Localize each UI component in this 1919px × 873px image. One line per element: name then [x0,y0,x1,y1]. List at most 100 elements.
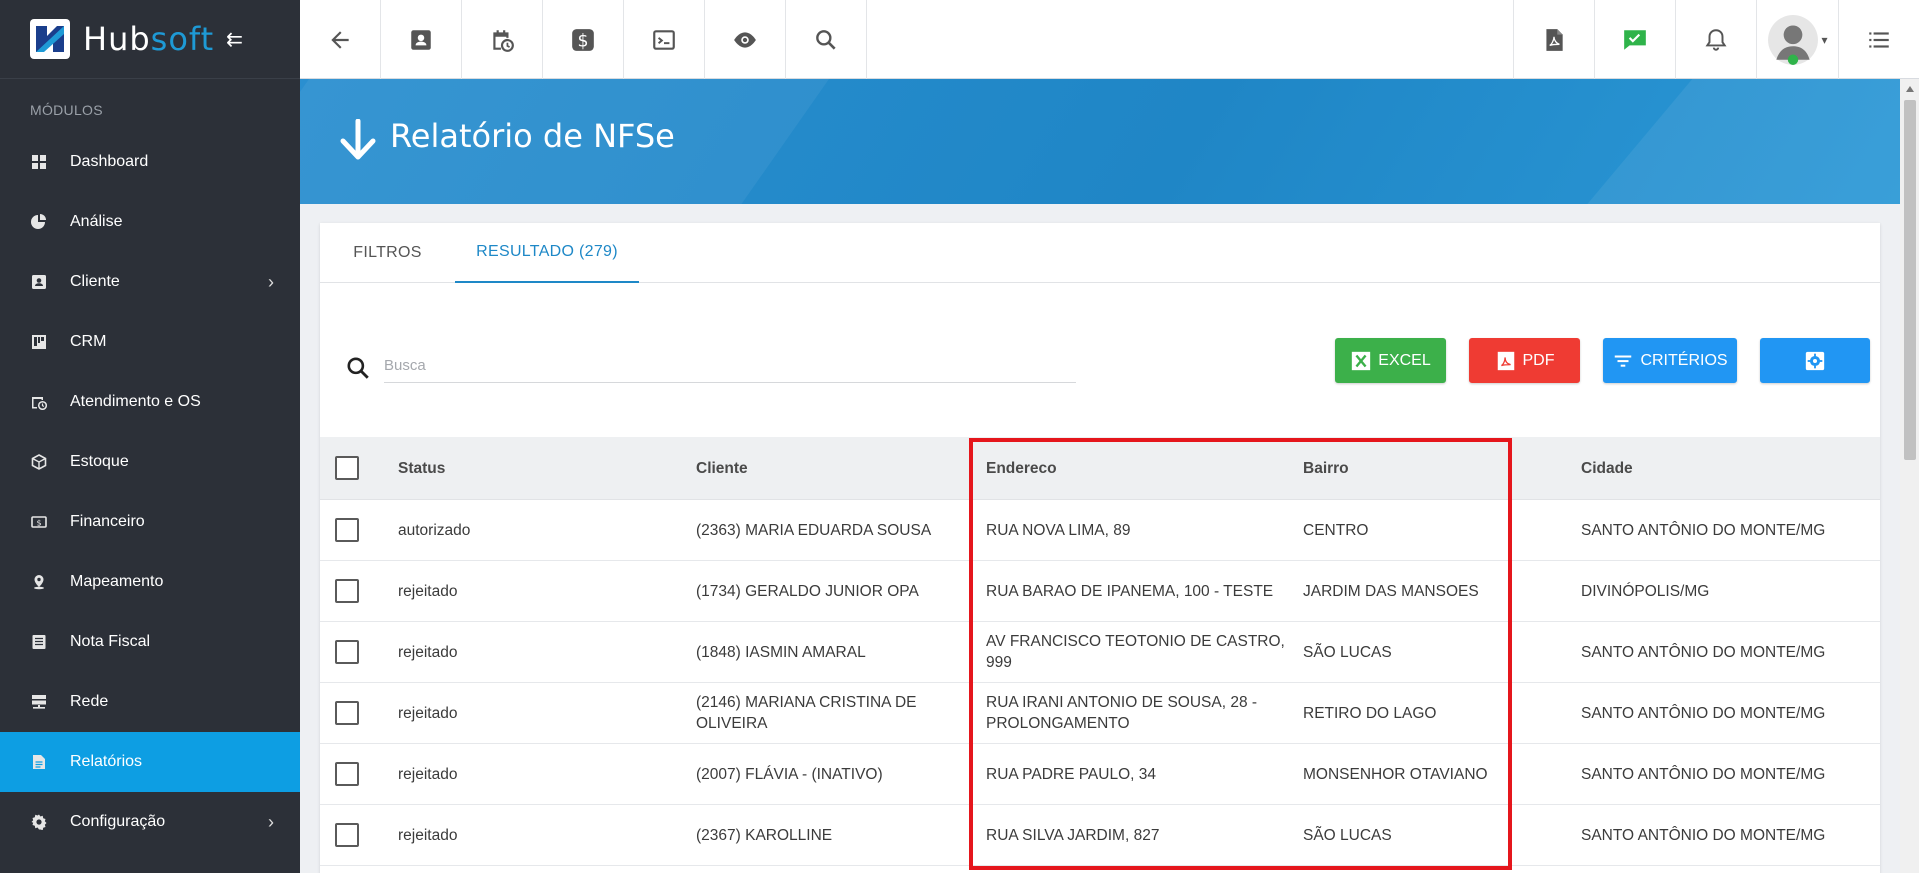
criterios-label: CRITÉRIOS [1640,351,1728,369]
table-row[interactable]: rejeitado (2367) KAROLLINE RUA SILVA JARDI… [320,805,1880,866]
sidebar-item-configuracao[interactable]: Configuração › [0,792,300,852]
tab-filtros[interactable]: FILTROS [320,223,455,283]
cell-status: rejeitado [398,582,458,600]
table-settings-button[interactable] [1760,338,1870,383]
sidebar-item-crm[interactable]: CRM [0,312,300,372]
svg-text:$: $ [577,31,588,51]
excel-icon [1352,351,1371,370]
cell-cidade: SANTO ANTÔNIO DO MONTE/MG [1581,643,1826,661]
sidebar-item-label: Mapeamento [70,573,164,590]
sidebar-item-label: Dashboard [70,153,149,170]
table-row[interactable]: rejeitado (2146) MARIANA CRISTINA DE OLIV… [320,683,1880,744]
kanban-icon [30,333,48,351]
sidebar-item-analise[interactable]: Análise [0,192,300,252]
search-shortcut-button[interactable] [786,0,867,79]
cell-endereco: RUA NOVA LIMA, 89 [986,521,1131,539]
sidebar-item-financeiro[interactable]: $ Financeiro [0,492,300,552]
user-menu-button[interactable]: ▾ [1756,0,1838,79]
row-checkbox[interactable] [335,823,359,847]
brand[interactable]: Hubsoft ⇇ [0,0,300,79]
schedule-shortcut-button[interactable] [462,0,543,79]
sidebar-item-label: Análise [70,213,123,230]
row-checkbox[interactable] [335,762,359,786]
dashboard-icon [30,153,48,171]
column-header-bairro[interactable]: Bairro [1303,437,1523,499]
back-button[interactable] [300,0,381,79]
sidebar-item-nota-fiscal[interactable]: Nota Fiscal [0,612,300,672]
finance-shortcut-button[interactable]: $ [543,0,624,79]
cell-endereco: RUA PADRE PAULO, 34 [986,765,1156,783]
collapse-menu-icon[interactable]: ⇇ [226,27,243,52]
column-header-endereco[interactable]: Endereco [986,437,1286,499]
sidebar-item-atendimento-e-os[interactable]: Atendimento e OS [0,372,300,432]
cell-cliente: (2367) KAROLLINE [696,826,833,844]
table-row[interactable]: autorizado (2363) MARIA EDUARDA SOUSA RUA … [320,500,1880,561]
results-table: Status Cliente Endereco Bairro Cidade au… [320,437,1880,866]
tab-bar: FILTROS RESULTADO (279) [320,223,1880,283]
search-icon [816,29,836,50]
report-card: FILTROS RESULTADO (279) EXCEL PDF CRITÉR… [320,223,1880,873]
sidebar-item-mapeamento[interactable]: Mapeamento [0,552,300,612]
sidebar-item-dashboard[interactable]: Dashboard [0,132,300,192]
column-header-status[interactable]: Status [398,437,638,499]
table-row[interactable]: rejeitado (1734) GERALDO JUNIOR OPA RUA BA… [320,561,1880,622]
chevron-right-icon: › [268,271,274,292]
criteria-button[interactable]: CRITÉRIOS [1603,338,1737,383]
list-menu-button[interactable] [1838,0,1919,79]
contact-card-icon [411,29,431,50]
user-avatar [1768,14,1819,65]
pdf-file-icon [1546,28,1563,51]
pdf-label: PDF [1522,351,1555,369]
notifications-button[interactable] [1675,0,1756,79]
column-header-cliente[interactable]: Cliente [696,437,936,499]
gear-icon [1805,351,1825,370]
export-excel-button[interactable]: EXCEL [1335,338,1446,383]
gear-icon [30,813,48,831]
scrollbar-thumb[interactable] [1904,100,1916,460]
sidebar-item-label: Relatórios [70,753,143,770]
terminal-shortcut-button[interactable] [624,0,705,79]
scroll-up-arrow-icon[interactable] [1906,86,1914,92]
row-checkbox[interactable] [335,518,359,542]
column-header-cidade[interactable]: Cidade [1581,437,1871,499]
export-pdf-button[interactable]: PDF [1469,338,1580,383]
sidebar-item-cliente[interactable]: Cliente › [0,252,300,312]
table-row[interactable]: rejeitado (1848) IASMIN AMARAL AV FRANCISC… [320,622,1880,683]
cell-status: rejeitado [398,643,458,661]
cell-cidade: SANTO ANTÔNIO DO MONTE/MG [1581,826,1826,844]
row-checkbox[interactable] [335,701,359,725]
cell-bairro: RETIRO DO LAGO [1303,704,1437,722]
cell-status: rejeitado [398,826,458,844]
sidebar-item-label: Estoque [70,453,129,470]
cell-status: rejeitado [398,765,458,783]
server-icon [30,693,48,711]
sidebar-item-label: Nota Fiscal [70,633,151,650]
topbar: $ ▾ [300,0,1919,79]
cell-status: rejeitado [398,704,458,722]
excel-label: EXCEL [1378,351,1431,369]
row-checkbox[interactable] [335,640,359,664]
chat-button[interactable] [1594,0,1675,79]
row-checkbox[interactable] [335,579,359,603]
sidebar-item-relatorios[interactable]: Relatórios [0,732,300,792]
cell-endereco: RUA IRANI ANTONIO DE SOUSA, 28 - PROLONG… [986,694,1258,732]
select-all-checkbox[interactable] [335,456,359,480]
cell-cidade: SANTO ANTÔNIO DO MONTE/MG [1581,704,1826,722]
view-shortcut-button[interactable] [705,0,786,79]
pdf-shortcut-button[interactable] [1513,0,1594,79]
sidebar-item-estoque[interactable]: Estoque [0,432,300,492]
cell-cidade: SANTO ANTÔNIO DO MONTE/MG [1581,521,1826,539]
search-input[interactable] [384,349,1076,383]
section-title: MÓDULOS [30,102,103,118]
clients-shortcut-button[interactable] [381,0,462,79]
list-menu-icon [1869,31,1889,48]
sidebar-item-rede[interactable]: Rede [0,672,300,732]
table-row[interactable]: rejeitado (2007) FLÁVIA - (INATIVO) RUA PA… [320,744,1880,805]
tab-resultado[interactable]: RESULTADO (279) [455,223,639,283]
dollar-icon: $ [572,28,594,51]
cell-bairro: SÃO LUCAS [1303,826,1392,844]
cell-status: autorizado [398,521,471,539]
cell-cliente: (2363) MARIA EDUARDA SOUSA [696,521,932,539]
map-pin-icon [30,573,48,591]
chevron-right-icon: › [268,811,274,832]
